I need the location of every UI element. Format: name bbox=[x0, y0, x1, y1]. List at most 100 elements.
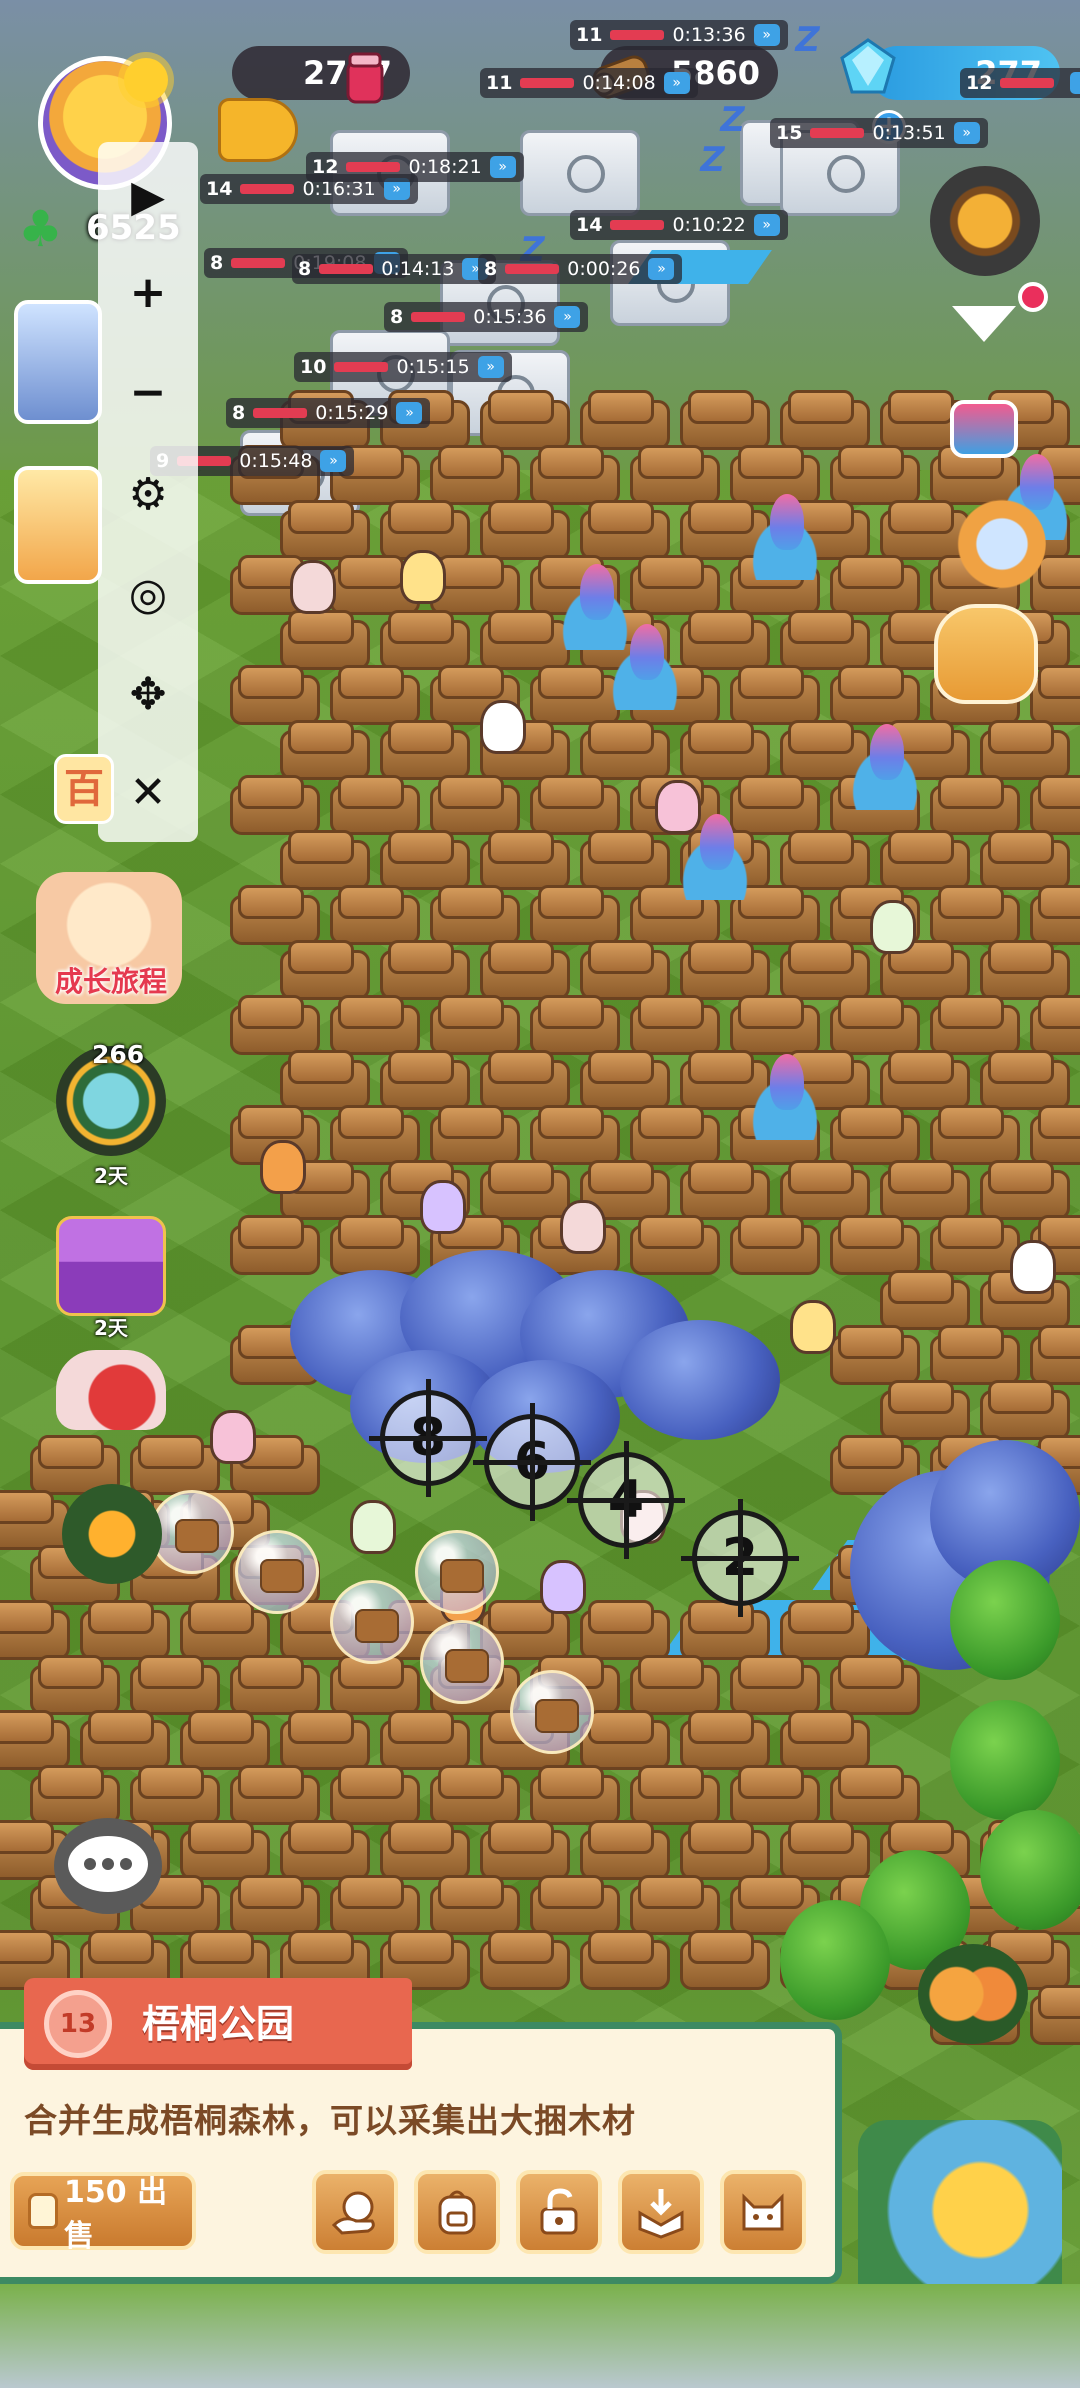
log-pile[interactable] bbox=[680, 940, 770, 1000]
log-pile[interactable] bbox=[530, 775, 620, 835]
log-pile[interactable] bbox=[80, 1710, 170, 1770]
log-pile[interactable] bbox=[630, 445, 720, 505]
log-pile[interactable] bbox=[830, 1325, 920, 1385]
move-button[interactable]: ✥ bbox=[98, 654, 198, 734]
merge-target-marker[interactable]: 8 bbox=[369, 1379, 487, 1497]
log-pile[interactable] bbox=[980, 1050, 1070, 1110]
megaphone-icon[interactable] bbox=[218, 98, 298, 162]
chat-button[interactable] bbox=[54, 1818, 162, 1914]
log-pile[interactable] bbox=[530, 1105, 620, 1165]
production-timer[interactable]: 10 0:15:15 » bbox=[294, 352, 512, 382]
log-pile[interactable] bbox=[380, 940, 470, 1000]
log-pile[interactable] bbox=[780, 1160, 870, 1220]
log-pile[interactable] bbox=[480, 1820, 570, 1880]
green-tree[interactable] bbox=[950, 1700, 1060, 1820]
sell-button[interactable]: 150 出售 bbox=[10, 2172, 196, 2254]
production-machine[interactable] bbox=[520, 130, 640, 216]
log-pile[interactable] bbox=[830, 1655, 920, 1715]
fast-forward-icon[interactable]: » bbox=[396, 402, 423, 424]
fast-forward-icon[interactable]: » bbox=[477, 356, 504, 378]
log-pile[interactable] bbox=[30, 1655, 120, 1715]
green-tree[interactable] bbox=[780, 1900, 890, 2020]
log-pile[interactable] bbox=[30, 1765, 120, 1825]
game-critter[interactable] bbox=[1010, 1240, 1056, 1294]
gift-box-button[interactable] bbox=[56, 1216, 166, 1316]
game-critter[interactable] bbox=[210, 1410, 256, 1464]
log-pile[interactable] bbox=[980, 720, 1070, 780]
production-timer[interactable]: 12 0:18:21 » bbox=[306, 152, 524, 182]
partial-event-button[interactable]: 百 bbox=[54, 754, 114, 824]
log-pile[interactable] bbox=[780, 1600, 870, 1660]
log-pile[interactable] bbox=[830, 665, 920, 725]
log-pile[interactable] bbox=[80, 1600, 170, 1660]
log-pile[interactable] bbox=[430, 775, 520, 835]
log-pile[interactable] bbox=[630, 1875, 720, 1935]
friends-button[interactable] bbox=[918, 1944, 1028, 2044]
production-timer[interactable]: 8 0:00:26 » bbox=[478, 254, 683, 284]
unlock-button[interactable] bbox=[516, 2170, 602, 2254]
log-pile[interactable] bbox=[880, 830, 970, 890]
log-pile[interactable] bbox=[680, 1160, 770, 1220]
log-pile[interactable] bbox=[930, 1105, 1020, 1165]
log-pile[interactable] bbox=[1030, 995, 1080, 1055]
log-pile[interactable] bbox=[430, 1105, 520, 1165]
log-pile[interactable] bbox=[680, 720, 770, 780]
game-critter[interactable] bbox=[870, 900, 916, 954]
log-pile[interactable] bbox=[780, 1820, 870, 1880]
fast-forward-icon[interactable]: » bbox=[554, 306, 581, 328]
log-pile[interactable] bbox=[580, 940, 670, 1000]
log-pile[interactable] bbox=[830, 1215, 920, 1275]
phone-social-button[interactable] bbox=[936, 494, 1046, 594]
log-pile[interactable] bbox=[530, 995, 620, 1055]
log-pile[interactable] bbox=[280, 610, 370, 670]
duck-hand-button[interactable] bbox=[312, 2170, 398, 2254]
log-pile[interactable] bbox=[480, 1930, 570, 1990]
log-pile[interactable] bbox=[1030, 1105, 1080, 1165]
log-pile[interactable] bbox=[330, 1105, 420, 1165]
log-pile[interactable] bbox=[430, 885, 520, 945]
hydrangea-bush[interactable] bbox=[620, 1320, 780, 1440]
log-pile[interactable] bbox=[230, 995, 320, 1055]
production-timer[interactable]: 11 0:14:08 » bbox=[480, 68, 698, 98]
camera-button[interactable] bbox=[950, 400, 1018, 458]
log-pile[interactable] bbox=[580, 830, 670, 890]
log-pile[interactable] bbox=[780, 610, 870, 670]
log-pile[interactable] bbox=[930, 1215, 1020, 1275]
log-pile[interactable] bbox=[930, 885, 1020, 945]
log-pile[interactable] bbox=[130, 1655, 220, 1715]
log-pile[interactable] bbox=[380, 1820, 470, 1880]
log-pile[interactable] bbox=[580, 1820, 670, 1880]
log-pile[interactable] bbox=[580, 1600, 670, 1660]
log-pile[interactable] bbox=[180, 1820, 270, 1880]
log-pile[interactable] bbox=[430, 1765, 520, 1825]
log-pile[interactable] bbox=[580, 1930, 670, 1990]
log-bubble[interactable] bbox=[415, 1530, 499, 1614]
log-pile[interactable] bbox=[280, 1050, 370, 1110]
log-bubble[interactable] bbox=[510, 1670, 594, 1754]
log-pile[interactable] bbox=[330, 1215, 420, 1275]
log-pile[interactable] bbox=[230, 775, 320, 835]
fast-forward-icon[interactable]: » bbox=[1070, 72, 1080, 94]
log-pile[interactable] bbox=[380, 830, 470, 890]
log-pile[interactable] bbox=[230, 1215, 320, 1275]
game-critter[interactable] bbox=[420, 1180, 466, 1234]
log-bubble[interactable] bbox=[330, 1580, 414, 1664]
log-pile[interactable] bbox=[480, 390, 570, 450]
log-pile[interactable] bbox=[330, 1875, 420, 1935]
production-timer[interactable]: 15 0:13:51 » bbox=[770, 118, 988, 148]
game-critter[interactable] bbox=[400, 550, 446, 604]
log-pile[interactable] bbox=[280, 830, 370, 890]
log-pile[interactable] bbox=[880, 1270, 970, 1330]
log-pile[interactable] bbox=[880, 1160, 970, 1220]
zoom-in-button[interactable]: + bbox=[98, 252, 198, 332]
backpack-button[interactable] bbox=[414, 2170, 500, 2254]
game-critter[interactable] bbox=[790, 1300, 836, 1354]
backpack-side-button[interactable] bbox=[934, 604, 1038, 704]
log-pile[interactable] bbox=[380, 1050, 470, 1110]
merge-target-marker[interactable]: 2 bbox=[681, 1499, 799, 1617]
log-bubble[interactable] bbox=[150, 1490, 234, 1574]
log-pile[interactable] bbox=[630, 1105, 720, 1165]
expand-down-icon[interactable] bbox=[952, 306, 1016, 342]
star-event-button[interactable] bbox=[62, 1484, 162, 1584]
log-pile[interactable] bbox=[680, 1820, 770, 1880]
